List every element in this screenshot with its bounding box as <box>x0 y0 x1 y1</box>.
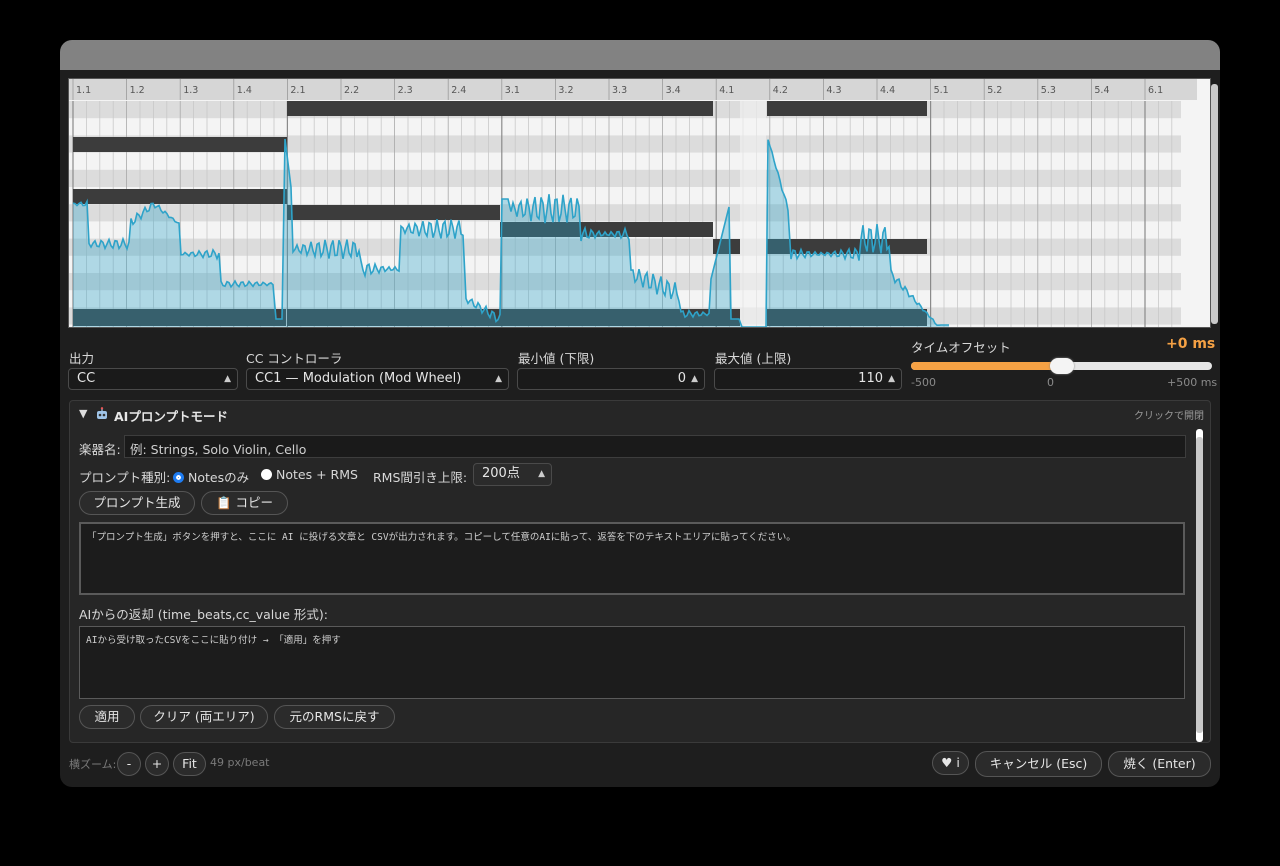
ruler-label: 3.4 <box>666 85 681 96</box>
instrument-input[interactable]: 例: Strings, Solo Violin, Cello <box>124 435 1186 458</box>
slider-min-label: -500 <box>911 376 936 389</box>
output-label: 出力 <box>69 351 95 366</box>
output-value: CC <box>77 371 96 386</box>
zoom-label: 横ズーム: <box>69 758 117 771</box>
cc-controller-select[interactable]: CC1 — Modulation (Mod Wheel) ▲ <box>246 368 509 390</box>
max-value: 110 <box>858 371 883 386</box>
time-offset-slider[interactable] <box>911 358 1212 374</box>
response-text: AIから受け取ったCSVをここに貼り付け → 「適用」を押す <box>86 635 341 646</box>
zoom-fit-button[interactable]: Fit <box>173 752 206 776</box>
cc-curve-view[interactable]: 1.1 1.2 1.3 1.4 2.1 2.2 2.3 2.4 3.1 3.2 3.3 3.4 4.1 4… <box>68 78 1211 328</box>
min-value-stepper[interactable]: 0 ▲ <box>517 368 705 390</box>
region-gap <box>740 101 766 327</box>
slider-thumb[interactable] <box>1049 358 1074 374</box>
rms-limit-label: RMS間引き上限: <box>373 470 468 485</box>
select-arrows-icon: ▲ <box>538 469 545 479</box>
ai-panel-title: AIプロンプトモード <box>114 409 228 424</box>
editor-window: 1.1 1.2 1.3 1.4 2.1 2.2 2.3 2.4 3.1 3.2 3.3 3.4 4.1 4… <box>60 40 1220 787</box>
radio-unselected-icon[interactable] <box>261 469 272 480</box>
note-bar <box>73 137 287 152</box>
stepper-arrows-icon[interactable]: ▲ <box>691 369 698 389</box>
apply-button[interactable]: 適用 <box>79 705 135 729</box>
ruler-label: 2.4 <box>451 85 466 96</box>
zoom-value: 49 px/beat <box>210 756 270 769</box>
time-offset-value: +0 ms <box>1166 336 1216 352</box>
radio-notes-only-label: Notesのみ <box>188 470 250 485</box>
ruler-label: 4.4 <box>880 85 895 96</box>
max-value-stepper[interactable]: 110 ▲ <box>714 368 902 390</box>
note-bar <box>287 101 500 116</box>
heart-info-button[interactable]: ♥ i <box>932 751 969 775</box>
note-bar <box>767 101 927 116</box>
note-bar <box>73 189 287 204</box>
roll-vertical-scrollbar[interactable] <box>1211 84 1218 324</box>
min-value-label: 最小値 (下限) <box>518 351 595 366</box>
output-select[interactable]: CC ▲ <box>68 368 238 390</box>
key-lane <box>69 204 1181 222</box>
clear-both-button[interactable]: クリア (両エリア) <box>140 705 268 729</box>
prompt-output-text: 「プロンプト生成」ボタンを押すと、ここに AI に投げる文章と CSVが出力され… <box>87 532 796 543</box>
zoom-in-button[interactable]: + <box>145 752 169 776</box>
cc-controller-value: CC1 — Modulation (Mod Wheel) <box>255 371 462 386</box>
ruler-label: 1.3 <box>183 85 198 96</box>
radio-notes-rms-label: Notes + RMS <box>276 467 358 482</box>
slider-fill <box>911 362 1062 370</box>
radio-notes-rms[interactable]: Notes + RMS <box>261 467 358 482</box>
ruler-label: 5.4 <box>1094 85 1109 96</box>
ruler-label: 5.2 <box>987 85 1002 96</box>
generate-prompt-button[interactable]: プロンプト生成 <box>79 491 195 515</box>
select-arrows-icon: ▲ <box>224 374 231 384</box>
radio-notes-only[interactable]: Notesのみ <box>173 467 249 486</box>
copy-button[interactable]: 📋 コピー <box>201 491 288 515</box>
select-arrows-icon: ▲ <box>495 374 502 384</box>
key-lane <box>69 169 1181 187</box>
ruler-label: 3.2 <box>558 85 573 96</box>
title-bar[interactable] <box>60 40 1220 70</box>
max-value-label: 最大値 (上限) <box>715 351 792 366</box>
ruler-label: 4.1 <box>719 85 734 96</box>
ruler-label: 4.3 <box>826 85 841 96</box>
ruler-label: 3.1 <box>505 85 520 96</box>
ruler-label: 2.1 <box>290 85 305 96</box>
cc-controller-label: CC コントローラ <box>246 351 343 366</box>
ruler-label: 2.2 <box>344 85 359 96</box>
zoom-out-button[interactable]: - <box>117 752 141 776</box>
ruler-label: 5.1 <box>934 85 949 96</box>
slider-max-label: +500 ms <box>1167 376 1218 389</box>
cancel-button[interactable]: キャンセル (Esc) <box>975 751 1102 777</box>
prompt-type-label: プロンプト種別: <box>79 470 171 485</box>
response-label: AIからの返却 (time_beats,cc_value 形式): <box>79 607 328 622</box>
toggle-hint: クリックで開閉 <box>1134 411 1204 422</box>
note-bar <box>500 101 713 116</box>
ruler-label: 4.2 <box>773 85 788 96</box>
restore-rms-button[interactable]: 元のRMSに戻す <box>274 705 395 729</box>
bake-button[interactable]: 焼く (Enter) <box>1108 751 1211 777</box>
time-offset-label: タイムオフセット <box>911 340 1011 355</box>
ruler-label: 2.3 <box>398 85 413 96</box>
stepper-arrows-icon[interactable]: ▲ <box>888 369 895 389</box>
robot-icon <box>95 406 109 425</box>
response-textarea[interactable]: AIから受け取ったCSVをここに貼り付け → 「適用」を押す <box>79 626 1185 699</box>
disclosure-triangle-icon[interactable]: ▼ <box>79 407 87 420</box>
ruler-label: 6.1 <box>1148 85 1163 96</box>
instrument-label: 楽器名: <box>79 442 121 457</box>
ruler-label: 1.4 <box>237 85 252 96</box>
radio-selected-icon[interactable] <box>173 472 184 483</box>
note-bar <box>287 205 500 220</box>
ai-panel-header[interactable]: ▼ AIプロンプトモード クリックで開閉 <box>70 401 1210 427</box>
instrument-placeholder: 例: Strings, Solo Violin, Cello <box>130 442 307 457</box>
ai-panel-scrollbar[interactable] <box>1196 429 1203 742</box>
min-value: 0 <box>677 371 686 386</box>
ruler-label: 5.3 <box>1041 85 1056 96</box>
rms-limit-value: 200点 <box>482 466 520 481</box>
piano-roll-canvas[interactable]: 1.1 1.2 1.3 1.4 2.1 2.2 2.3 2.4 3.1 3.2 3.3 3.4 4.1 4… <box>69 79 1211 328</box>
ruler-label: 1.1 <box>76 85 91 96</box>
rms-limit-select[interactable]: 200点 ▲ <box>473 463 552 486</box>
slider-mid-label: 0 <box>1047 376 1054 389</box>
ruler-label: 3.3 <box>612 85 627 96</box>
prompt-output-textarea[interactable]: 「プロンプト生成」ボタンを押すと、ここに AI に投げる文章と CSVが出力され… <box>79 522 1185 595</box>
ai-prompt-panel: ▼ AIプロンプトモード クリックで開閉 楽器名: 例: Strings, So… <box>69 400 1211 743</box>
ruler-label: 1.2 <box>130 85 145 96</box>
